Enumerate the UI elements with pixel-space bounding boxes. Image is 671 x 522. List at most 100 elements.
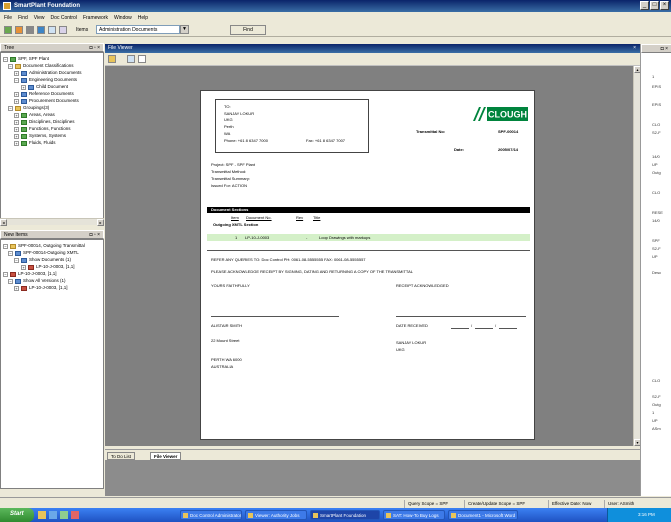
- tree-item[interactable]: − Show Documents (1): [14, 257, 71, 263]
- date-label: Date:: [454, 147, 465, 152]
- folder-icon: [15, 63, 21, 69]
- scroll-left-button[interactable]: ◂: [0, 219, 7, 226]
- recipient-box: TO: SANJAY LOKUR UKG Perth WA Phone: +61…: [215, 99, 369, 153]
- receiver-org: UKG: [396, 347, 405, 352]
- menu-view[interactable]: View: [34, 15, 45, 23]
- start-button[interactable]: Start: [0, 508, 34, 522]
- back-icon[interactable]: [4, 26, 12, 34]
- property-value: Outg: [652, 170, 661, 175]
- list-icon[interactable]: [59, 26, 67, 34]
- taskbar: Start Doc Control Administrator Viewer: …: [0, 508, 671, 522]
- quick-launch-icon[interactable]: [49, 511, 57, 519]
- file-viewer-toolbar: [105, 53, 640, 66]
- tree-item[interactable]: − SPF-00014-Outgoing XMTL: [8, 250, 79, 256]
- menu-help[interactable]: Help: [138, 15, 148, 23]
- tree-item[interactable]: + Disciplines, Disciplines: [14, 119, 75, 125]
- chevron-down-icon[interactable]: ▼: [180, 25, 189, 34]
- items-select[interactable]: Administration Documents: [96, 25, 180, 34]
- taskbar-item[interactable]: SAT: How-To Buy Logs: [383, 510, 445, 520]
- status-create-scope[interactable]: Create/Update Scope = SPF: [464, 500, 528, 508]
- save-icon[interactable]: [37, 26, 45, 34]
- status-bar: Query Scope = SPF Create/Update Scope = …: [0, 497, 671, 508]
- date-received-label: DATE RECEIVED: [396, 323, 428, 328]
- property-value: 1: [652, 74, 655, 79]
- tree-hscrollbar[interactable]: ◂ ▸: [0, 218, 104, 226]
- quick-launch-icon[interactable]: [71, 511, 79, 519]
- close-button[interactable]: ×: [660, 1, 669, 10]
- scroll-right-button[interactable]: ▸: [97, 219, 104, 226]
- page-icon[interactable]: [138, 55, 146, 63]
- col-document-no: Document No.: [246, 215, 272, 220]
- items-label: Items: [76, 27, 89, 33]
- property-value: CLO: [652, 122, 661, 127]
- tree-item[interactable]: − SPF, SPF Plant: [3, 56, 49, 62]
- tree-item[interactable]: + Functions, Functions: [14, 126, 71, 132]
- tree-item[interactable]: − LP-10-J-0003, [1,1]: [3, 271, 57, 277]
- lower-empty-pane: [105, 460, 640, 496]
- tab-file-viewer[interactable]: File Viewer: [150, 452, 182, 460]
- taskbar-item[interactable]: Viewer: Authority Jobs: [245, 510, 307, 520]
- quick-launch-icon[interactable]: [38, 511, 46, 519]
- tree-item[interactable]: − SPF-00014, Outgoing Transmittal: [3, 243, 85, 249]
- menu-framework[interactable]: Framework: [83, 15, 108, 23]
- status-query-scope[interactable]: Query Scope = SPF: [404, 500, 451, 508]
- tab-to-do-list[interactable]: To Do List: [107, 452, 136, 460]
- tree-item[interactable]: + Reference Documents: [14, 91, 74, 97]
- tree-item[interactable]: + Child Document: [21, 84, 68, 90]
- tree-item[interactable]: + Systems, Systems: [14, 133, 66, 139]
- tree-item[interactable]: + Administration Documents: [14, 70, 82, 76]
- tree-item[interactable]: − Groupings(3): [8, 105, 49, 111]
- property-value: UP: [652, 418, 658, 423]
- panel-controls[interactable]: ◘ ▫ ×: [90, 45, 101, 51]
- folder-icon: [28, 84, 34, 90]
- recipient-name: SANJAY LOKUR: [224, 111, 255, 116]
- tree-item[interactable]: − Engineering Documents: [14, 77, 77, 83]
- copy-icon[interactable]: [127, 55, 135, 63]
- issued-for-line: Issued For: ACTION: [211, 183, 248, 188]
- property-value: SPF: [652, 238, 660, 243]
- table-row[interactable]: 1 LP-10-J-0003 - Loop Drawings with mark…: [207, 234, 530, 241]
- window-controls: _ □ ×: [640, 1, 669, 10]
- quick-launch-icon[interactable]: [60, 511, 68, 519]
- plant-icon: [10, 56, 16, 62]
- taskbar-item[interactable]: Doc Control Administrator: [180, 510, 242, 520]
- tree-item[interactable]: + LP-10-J-0003, [1,1]: [21, 264, 75, 270]
- minimize-button[interactable]: _: [640, 1, 649, 10]
- taskbar-item[interactable]: Document1 - Microsoft Word: [448, 510, 518, 520]
- tree-item[interactable]: + LP-10-J-0003, [1,1]: [14, 285, 68, 291]
- print-icon[interactable]: [26, 26, 34, 34]
- property-value: EPIS: [652, 84, 662, 89]
- grid-icon[interactable]: [48, 26, 56, 34]
- panel-controls[interactable]: ◘ ▫ ×: [90, 232, 101, 238]
- open-icon[interactable]: [108, 55, 116, 63]
- project-line: Project: SPF - SPF Plant: [211, 162, 256, 167]
- menu-file[interactable]: File: [4, 15, 12, 23]
- tree-item[interactable]: + Fluids, Fluids: [14, 140, 56, 146]
- new-items-panel-title: New Items: [4, 232, 28, 238]
- tree-item[interactable]: − Show All Versions (1): [8, 278, 66, 284]
- maximize-button[interactable]: □: [650, 1, 659, 10]
- document-vscrollbar[interactable]: ▴ ▾: [633, 66, 641, 446]
- tree-item[interactable]: + Areas, Areas: [14, 112, 55, 118]
- window-title-bar: SmartPlant Foundation: [0, 0, 671, 12]
- document-icon: [28, 264, 34, 270]
- panel-controls[interactable]: ◘ ×: [661, 46, 668, 52]
- signature-line: [211, 316, 339, 317]
- row-document-no: LP-10-J-0003: [245, 235, 270, 240]
- system-tray: 3:16 PM: [607, 508, 671, 522]
- tree-panel-title: Tree: [4, 45, 15, 51]
- close-icon[interactable]: ×: [633, 45, 636, 51]
- menu-find[interactable]: Find: [18, 15, 28, 23]
- taskbar-item[interactable]: SmartPlant Foundation: [310, 510, 380, 520]
- tree-item[interactable]: − Document Classifications: [8, 63, 74, 69]
- property-value: S2-F: [652, 394, 661, 399]
- find-button[interactable]: Find: [230, 25, 266, 35]
- menu-window[interactable]: Window: [114, 15, 132, 23]
- menu-doc-control[interactable]: Doc Control: [51, 15, 77, 23]
- refresh-icon[interactable]: [15, 26, 23, 34]
- tree-item[interactable]: + Procurement Documents: [14, 98, 79, 104]
- status-effective-date[interactable]: Effective Date: Now: [548, 500, 594, 508]
- property-value: 1: [652, 410, 655, 415]
- property-value: S2-F: [652, 130, 661, 135]
- folder-icon: [21, 98, 27, 104]
